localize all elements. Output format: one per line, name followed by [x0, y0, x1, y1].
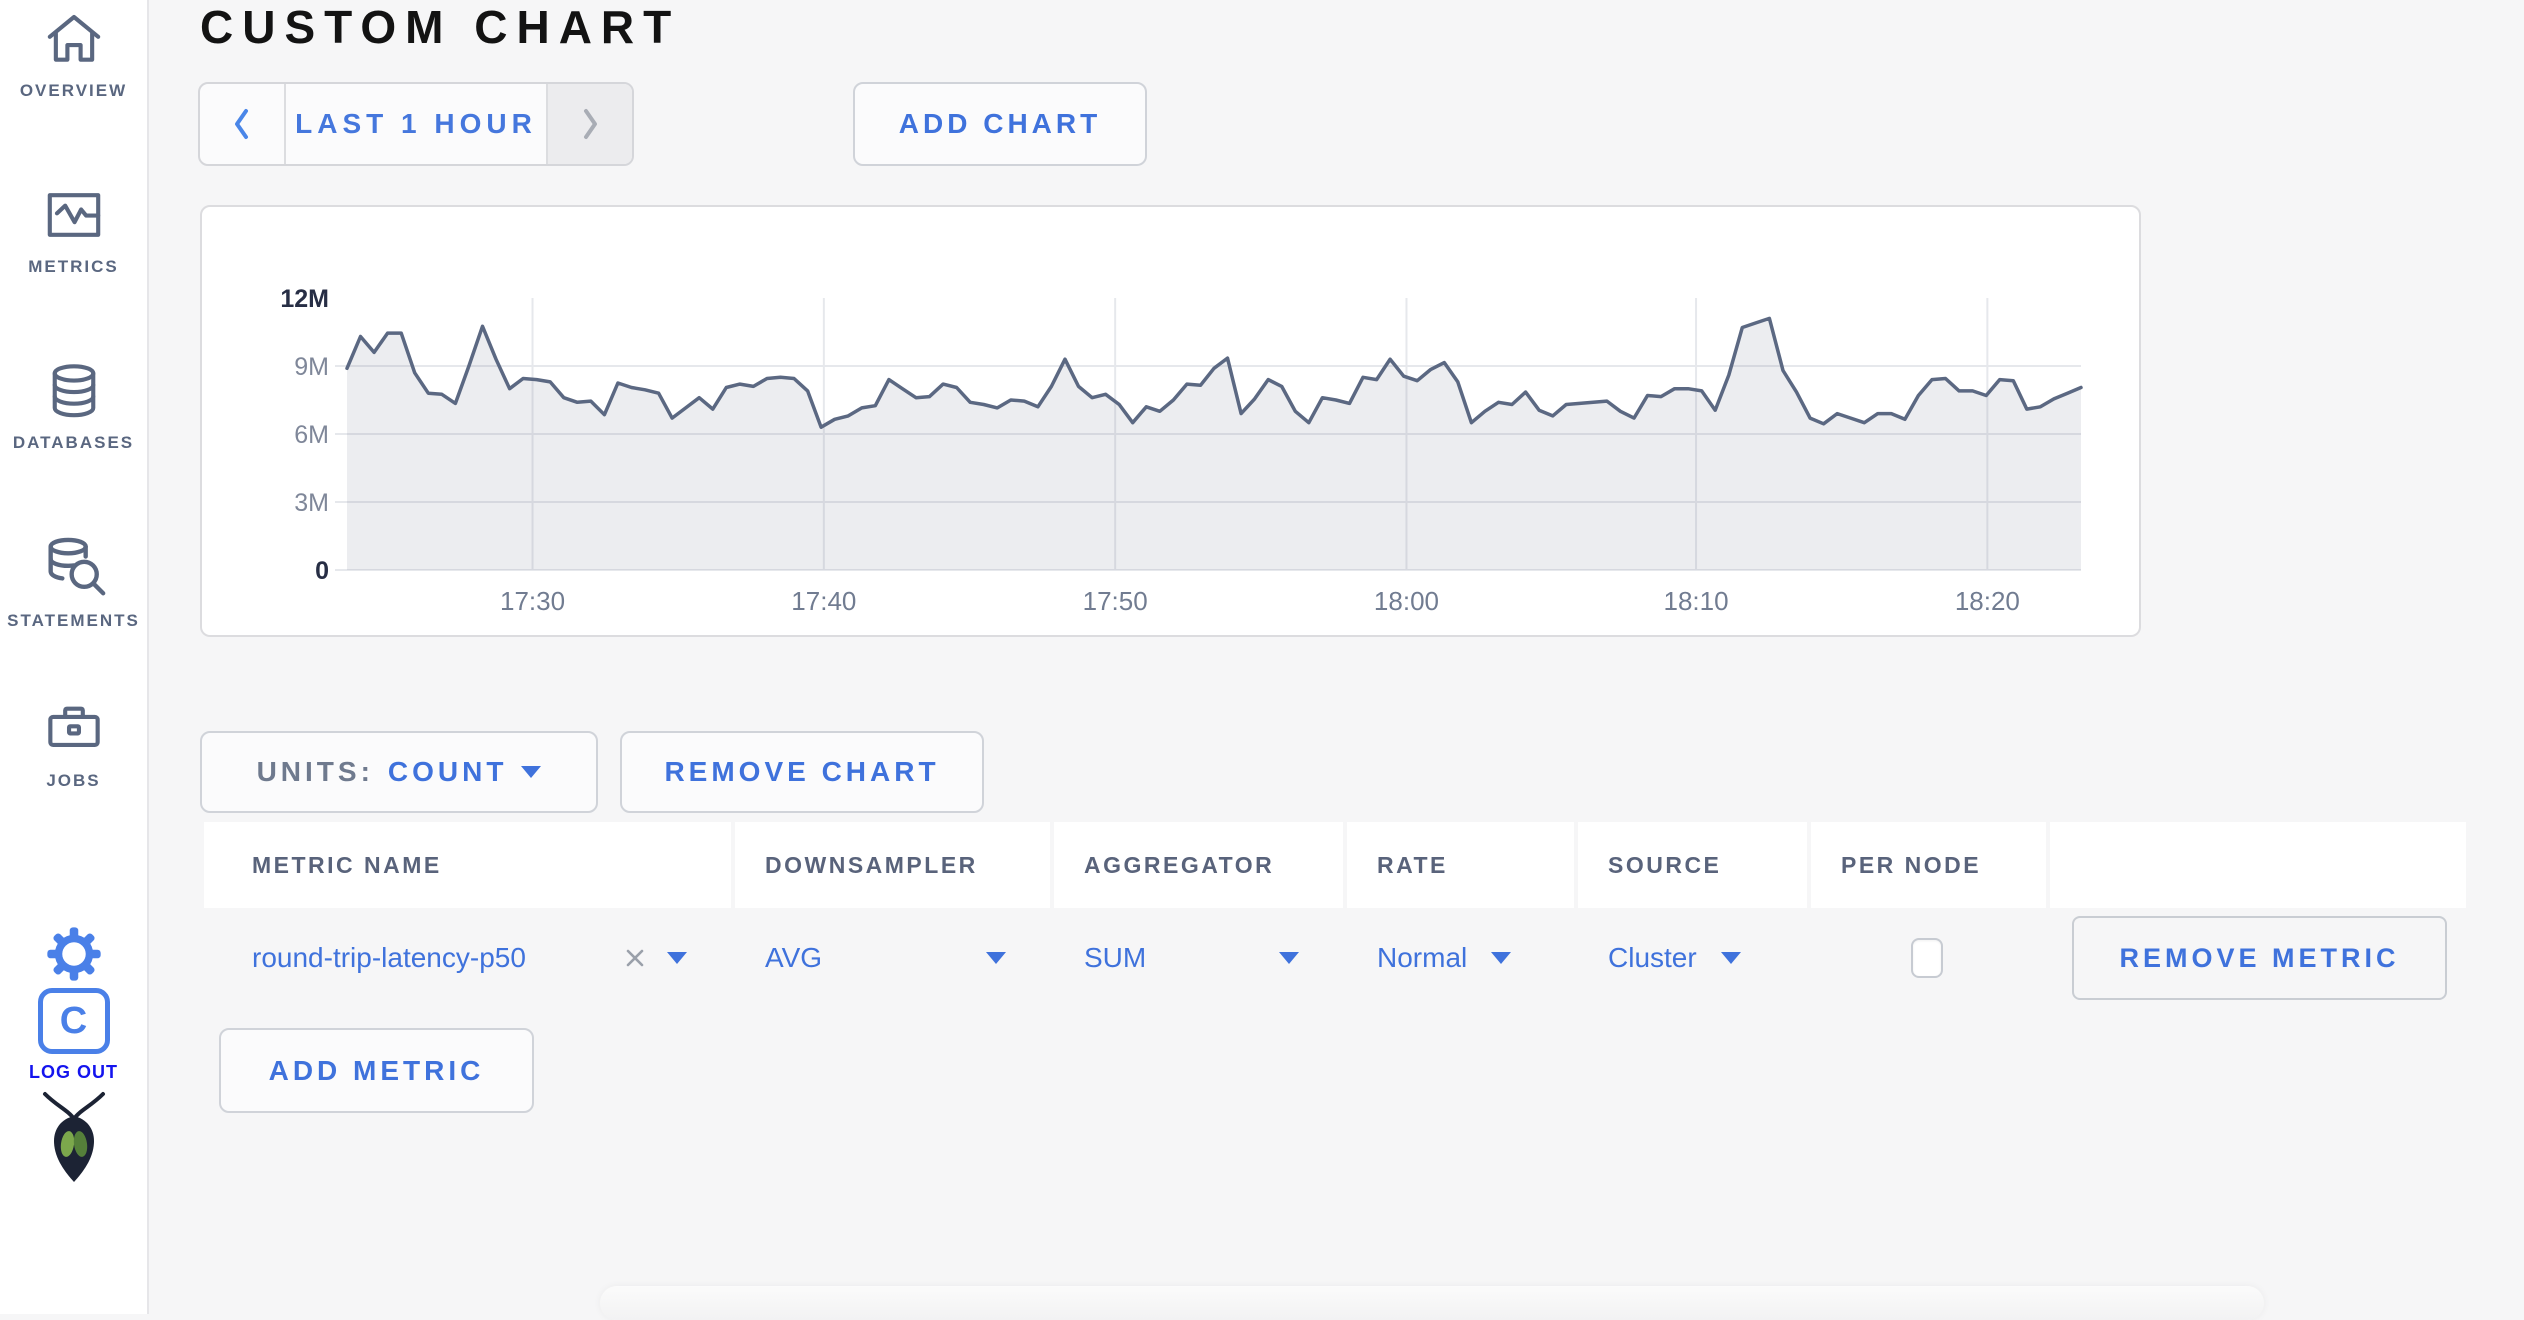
jobs-icon — [47, 706, 100, 748]
sidebar-item-overview[interactable]: OVERVIEW — [0, 6, 147, 101]
sidebar-item-metrics[interactable]: METRICS — [0, 182, 147, 277]
column-header-rate: RATE — [1347, 822, 1574, 908]
svg-text:3M: 3M — [294, 489, 329, 517]
svg-text:18:20: 18:20 — [1955, 586, 2020, 616]
per-node-checkbox[interactable] — [1911, 938, 1943, 978]
svg-text:12M: 12M — [280, 285, 329, 313]
chevron-down-icon — [1279, 952, 1299, 964]
logout-label: LOG OUT — [29, 1062, 118, 1082]
horizontal-scrollbar[interactable] — [600, 1286, 2264, 1320]
aggregator-select[interactable]: SUM — [1054, 908, 1343, 1008]
column-header-actions — [2050, 822, 2466, 908]
sidebar-item-label: DATABASES — [12, 433, 135, 452]
column-header-aggregator: AGGREGATOR — [1054, 822, 1343, 908]
chevron-left-icon — [235, 109, 248, 139]
column-header-downsampler: DOWNSAMPLER — [735, 822, 1050, 908]
column-header-per-node: PER NODE — [1811, 822, 2046, 908]
metric-name-cell: round-trip-latency-p50 — [204, 908, 731, 1008]
time-range-prev-button[interactable] — [200, 84, 286, 164]
sidebar-item-label: METRICS — [28, 257, 119, 276]
chevron-right-icon — [584, 109, 597, 139]
settings-button[interactable] — [0, 922, 147, 986]
sidebar-item-label: JOBS — [46, 771, 101, 790]
svg-text:17:50: 17:50 — [1083, 586, 1148, 616]
cockroach-logo — [0, 1086, 147, 1186]
svg-text:17:30: 17:30 — [500, 586, 565, 616]
table-header-row: METRIC NAME DOWNSAMPLER AGGREGATOR RATE … — [204, 822, 2470, 908]
source-select[interactable]: Cluster — [1578, 908, 1807, 1008]
time-range-selector: LAST 1 HOUR — [198, 82, 634, 166]
chevron-down-icon — [1491, 952, 1512, 964]
close-icon[interactable] — [623, 946, 647, 970]
chevron-down-icon — [521, 766, 542, 778]
add-metric-button[interactable]: ADD METRIC — [219, 1028, 534, 1113]
svg-text:17:40: 17:40 — [791, 586, 856, 616]
gear-icon — [46, 927, 101, 981]
time-range-next-button[interactable] — [546, 84, 632, 164]
svg-text:9M: 9M — [294, 353, 329, 381]
chart-card: 17:30 17:40 17:50 18:00 18:10 18:20 0 3M 6M 9M 12M — [200, 205, 2141, 637]
column-header-metric-name: METRIC NAME — [204, 822, 731, 908]
sidebar-item-statements[interactable]: STATEMENTS — [0, 532, 147, 631]
statements-icon — [47, 537, 105, 596]
table-row: round-trip-latency-p50 AVG SUM Normal Cl… — [204, 908, 2470, 1008]
metrics-icon — [47, 193, 100, 237]
database-icon — [52, 364, 95, 418]
add-chart-button[interactable]: ADD CHART — [853, 82, 1147, 166]
time-range-dropdown[interactable]: LAST 1 HOUR — [286, 84, 546, 164]
sidebar-item-jobs[interactable]: JOBS — [0, 696, 147, 791]
column-header-source: SOURCE — [1578, 822, 1807, 908]
svg-text:6M: 6M — [294, 421, 329, 449]
metric-table: METRIC NAME DOWNSAMPLER AGGREGATOR RATE … — [204, 822, 2470, 1008]
cockroach-c-icon: C — [37, 988, 110, 1054]
sidebar-item-label: STATEMENTS — [7, 611, 140, 630]
svg-text:0: 0 — [315, 557, 329, 585]
units-label: UNITS: — [256, 756, 374, 787]
units-dropdown[interactable]: UNITS: COUNT — [200, 731, 598, 813]
sidebar-item-label: OVERVIEW — [19, 81, 128, 100]
units-value: COUNT — [387, 756, 508, 787]
home-icon — [47, 14, 100, 62]
per-node-cell — [1811, 908, 2046, 1008]
page-title: CUSTOM CHART — [200, 1, 681, 53]
sidebar-item-databases[interactable]: DATABASES — [0, 358, 147, 453]
chevron-down-icon — [1720, 952, 1741, 964]
svg-text:18:10: 18:10 — [1664, 586, 1729, 616]
sidebar: OVERVIEW METRICS DATABASES STATEMENTS JO… — [0, 0, 149, 1314]
metric-name-value[interactable]: round-trip-latency-p50 — [252, 942, 526, 974]
rate-select[interactable]: Normal — [1347, 908, 1574, 1008]
actions-cell: REMOVE METRIC — [2050, 908, 2466, 1008]
logout-button[interactable]: C LOG OUT — [0, 988, 147, 1083]
downsampler-select[interactable]: AVG — [735, 908, 1050, 1008]
chevron-down-icon[interactable] — [667, 952, 687, 964]
remove-metric-button[interactable]: REMOVE METRIC — [2072, 916, 2447, 1000]
custom-chart-canvas: 17:30 17:40 17:50 18:00 18:10 18:20 0 3M 6M 9M 12M — [280, 285, 2083, 616]
cockroach-bug-icon — [42, 1092, 105, 1182]
chevron-down-icon — [986, 952, 1006, 964]
svg-text:18:00: 18:00 — [1374, 586, 1439, 616]
remove-chart-button[interactable]: REMOVE CHART — [620, 731, 984, 813]
